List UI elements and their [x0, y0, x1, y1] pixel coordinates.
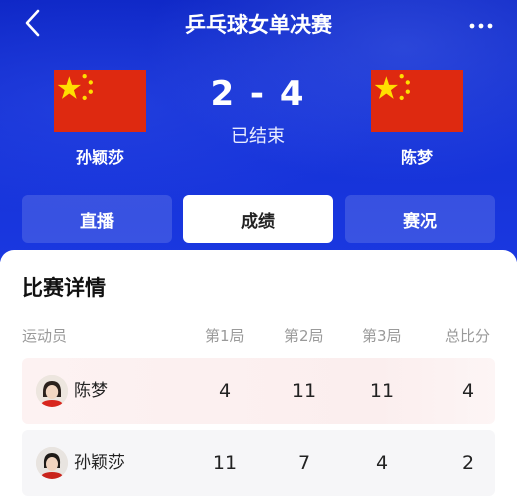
- section-title: 比赛详情: [22, 276, 106, 300]
- page-title: 乒乓球女单决赛: [185, 13, 332, 37]
- game1-score: 4: [218, 380, 232, 402]
- athlete-name: 孙颖莎: [74, 453, 125, 473]
- left-player-name: 孙颖莎: [75, 148, 124, 167]
- match-score: 2 - 4: [210, 74, 306, 114]
- more-button[interactable]: [465, 10, 497, 38]
- game3-score: 4: [375, 452, 389, 474]
- column-header-game1: 第1局: [205, 327, 245, 345]
- game1-score: 11: [212, 452, 238, 474]
- avatar: [36, 375, 68, 407]
- column-header-total: 总比分: [445, 327, 491, 345]
- match-status: 已结束: [231, 126, 285, 147]
- total-score: 4: [461, 380, 475, 402]
- avatar: [36, 447, 68, 479]
- more-horizontal-icon: [468, 15, 494, 34]
- column-header-athlete: 运动员: [22, 327, 68, 345]
- athlete-name: 陈梦: [74, 381, 108, 401]
- china-flag-icon: [54, 70, 146, 132]
- table-row[interactable]: 孙颖莎 11 7 4 2: [22, 430, 495, 496]
- column-header-game3: 第3局: [362, 327, 402, 345]
- game2-score: 7: [297, 452, 311, 474]
- tab-match-report[interactable]: 赛况: [345, 195, 495, 243]
- china-flag-icon: [371, 70, 463, 132]
- right-player-name: 陈梦: [400, 148, 433, 167]
- table-header: 运动员 第1局 第2局 第3局 总比分: [0, 325, 517, 349]
- total-score: 2: [461, 452, 475, 474]
- game3-score: 11: [369, 380, 395, 402]
- game2-score: 11: [291, 380, 317, 402]
- tab-live[interactable]: 直播: [22, 195, 172, 243]
- tab-results[interactable]: 成绩: [183, 195, 333, 243]
- table-row[interactable]: 陈梦 4 11 11 4: [22, 358, 495, 424]
- column-header-game2: 第2局: [284, 327, 324, 345]
- match-header: 乒乓球女单决赛 孙颖莎 2 - 4 已结束 陈梦 直播 成绩 赛况: [0, 0, 517, 262]
- match-details-card: 比赛详情 运动员 第1局 第2局 第3局 总比分 陈梦 4 11 11 4 孙颖…: [0, 250, 517, 500]
